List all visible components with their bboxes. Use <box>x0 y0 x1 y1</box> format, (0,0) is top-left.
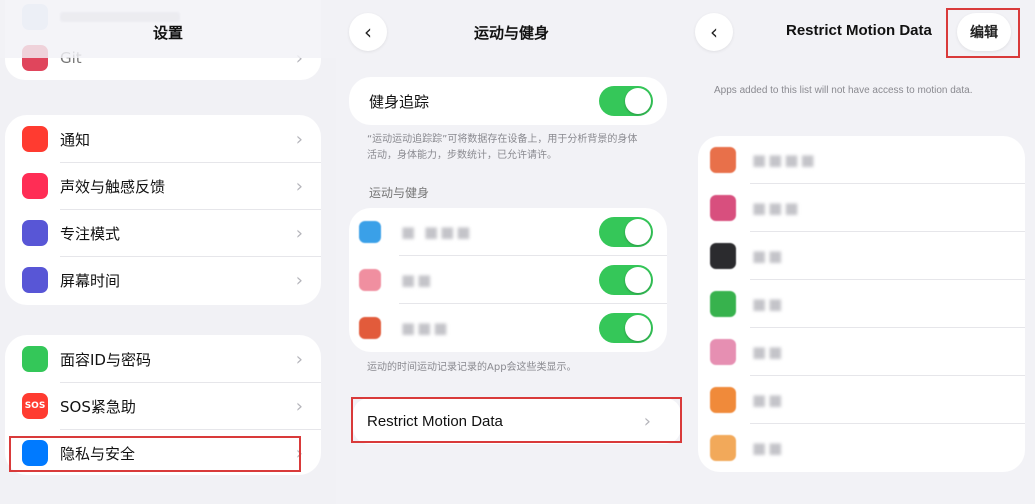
app-icon <box>710 435 736 461</box>
settings-item-label: 声效与触感反馈 <box>60 177 166 196</box>
app-icon <box>710 147 736 173</box>
settings-item-label: 通知 <box>60 130 91 149</box>
restrict-highlight-box <box>351 397 682 443</box>
settings-item-label: 面容ID与密码 <box>60 350 151 369</box>
app-icon <box>710 339 736 365</box>
restrict-motion-panel: ‹ Restrict Motion Data 编辑 Apps added to … <box>690 0 1035 504</box>
fitness-tracking-note: “运动运动追踪踪”可将数据存在设备上，用于分析背景的身体活动，身体能力，步数统计… <box>367 134 638 161</box>
settings-item-label: SOS紧急助 <box>60 397 136 416</box>
settings-item[interactable]: 通知 › <box>5 115 321 163</box>
app-name: ■■■ <box>752 199 801 217</box>
app-icon <box>710 243 736 269</box>
app-name: ■■ <box>752 391 785 409</box>
edit-highlight-box <box>946 8 1020 58</box>
faceid-icon <box>22 346 48 372</box>
app-toggle[interactable] <box>599 265 653 295</box>
section-header: 运动与健身 <box>369 186 430 200</box>
fitness-tracking-card: 健身追踪 <box>349 77 667 125</box>
app-row: ■ ■■■ <box>349 208 667 256</box>
page-title: 运动与健身 <box>473 24 549 42</box>
restricted-app-row[interactable]: ■■ <box>698 328 1025 376</box>
bell-icon <box>22 126 48 152</box>
app-name: ■■ <box>752 439 785 457</box>
settings-item[interactable]: 专注模式 › <box>5 209 321 257</box>
app-icon <box>710 291 736 317</box>
settings-item-label: 屏幕时间 <box>60 271 121 290</box>
app-name: ■■ <box>752 295 785 313</box>
app-name: ■■■ <box>401 319 450 337</box>
chevron-right-icon: › <box>295 269 303 291</box>
app-name: ■ ■■■ <box>401 223 473 241</box>
app-name: ■■■■ <box>752 151 817 169</box>
fitness-tracking-label: 健身追踪 <box>369 92 430 111</box>
chevron-right-icon: › <box>295 222 303 244</box>
fitness-tracking-row: 健身追踪 <box>349 77 667 125</box>
app-name: ■■ <box>752 343 785 361</box>
app-icon <box>710 195 736 221</box>
app-name: ■■ <box>752 247 785 265</box>
app-icon <box>359 317 381 339</box>
settings-item[interactable]: 面容ID与密码 › <box>5 335 321 383</box>
restrict-note: Apps added to this list will not have ac… <box>714 85 973 96</box>
moon-icon <box>22 220 48 246</box>
fitness-tracking-toggle[interactable] <box>599 86 653 116</box>
page-title: 设置 <box>152 24 183 42</box>
speaker-icon <box>22 173 48 199</box>
app-icon <box>710 387 736 413</box>
motion-fitness-panel: ‹ 运动与健身 健身追踪 “运动运动追踪踪”可将数据存在设备上，用于分析背景的身… <box>341 0 682 504</box>
app-toggle[interactable] <box>599 313 653 343</box>
settings-item[interactable]: SOS SOS紧急助 › <box>5 382 321 430</box>
app-row: ■■■ <box>349 304 667 352</box>
restricted-app-row[interactable]: ■■ <box>698 376 1025 424</box>
settings-panel: Git › 设置 通知 › 声效与触感反馈 › 专注模式 › 屏幕时间 › 面容ID与密码 › S… <box>0 0 336 504</box>
restricted-app-row[interactable]: ■■■■ <box>698 136 1025 184</box>
restricted-app-row[interactable]: ■■ <box>698 232 1025 280</box>
chevron-left-icon: ‹ <box>710 20 718 44</box>
settings-item[interactable]: 声效与触感反馈 › <box>5 162 321 210</box>
settings-item[interactable]: 屏幕时间 › <box>5 256 321 304</box>
restricted-app-row[interactable]: ■■ <box>698 280 1025 328</box>
settings-group-1: 通知 › 声效与触感反馈 › 专注模式 › 屏幕时间 › <box>5 115 321 305</box>
chevron-right-icon: › <box>295 128 303 150</box>
restricted-app-row[interactable]: ■■ <box>698 424 1025 472</box>
page-title: Restrict Motion Data <box>786 22 932 39</box>
chevron-right-icon: › <box>295 348 303 370</box>
app-row: ■■ <box>349 256 667 304</box>
app-toggle[interactable] <box>599 217 653 247</box>
back-button[interactable]: ‹ <box>695 13 733 51</box>
privacy-highlight-box <box>9 436 301 472</box>
chevron-right-icon: › <box>295 395 303 417</box>
apps-note: 运动的时间运动记录记录的App会这些类显示。 <box>367 362 577 373</box>
restricted-app-row[interactable]: ■■■ <box>698 184 1025 232</box>
app-icon <box>359 269 381 291</box>
sos-icon: SOS <box>22 393 48 419</box>
app-icon <box>359 221 381 243</box>
apps-card: ■ ■■■ ■■ ■■■ <box>349 208 667 352</box>
hourglass-icon <box>22 267 48 293</box>
settings-item-label: 专注模式 <box>60 224 121 243</box>
app-name: ■■ <box>401 271 434 289</box>
restricted-apps-card: ■■■■ ■■■ ■■ ■■ ■■ ■■ ■■ <box>698 136 1025 472</box>
chevron-right-icon: › <box>295 175 303 197</box>
